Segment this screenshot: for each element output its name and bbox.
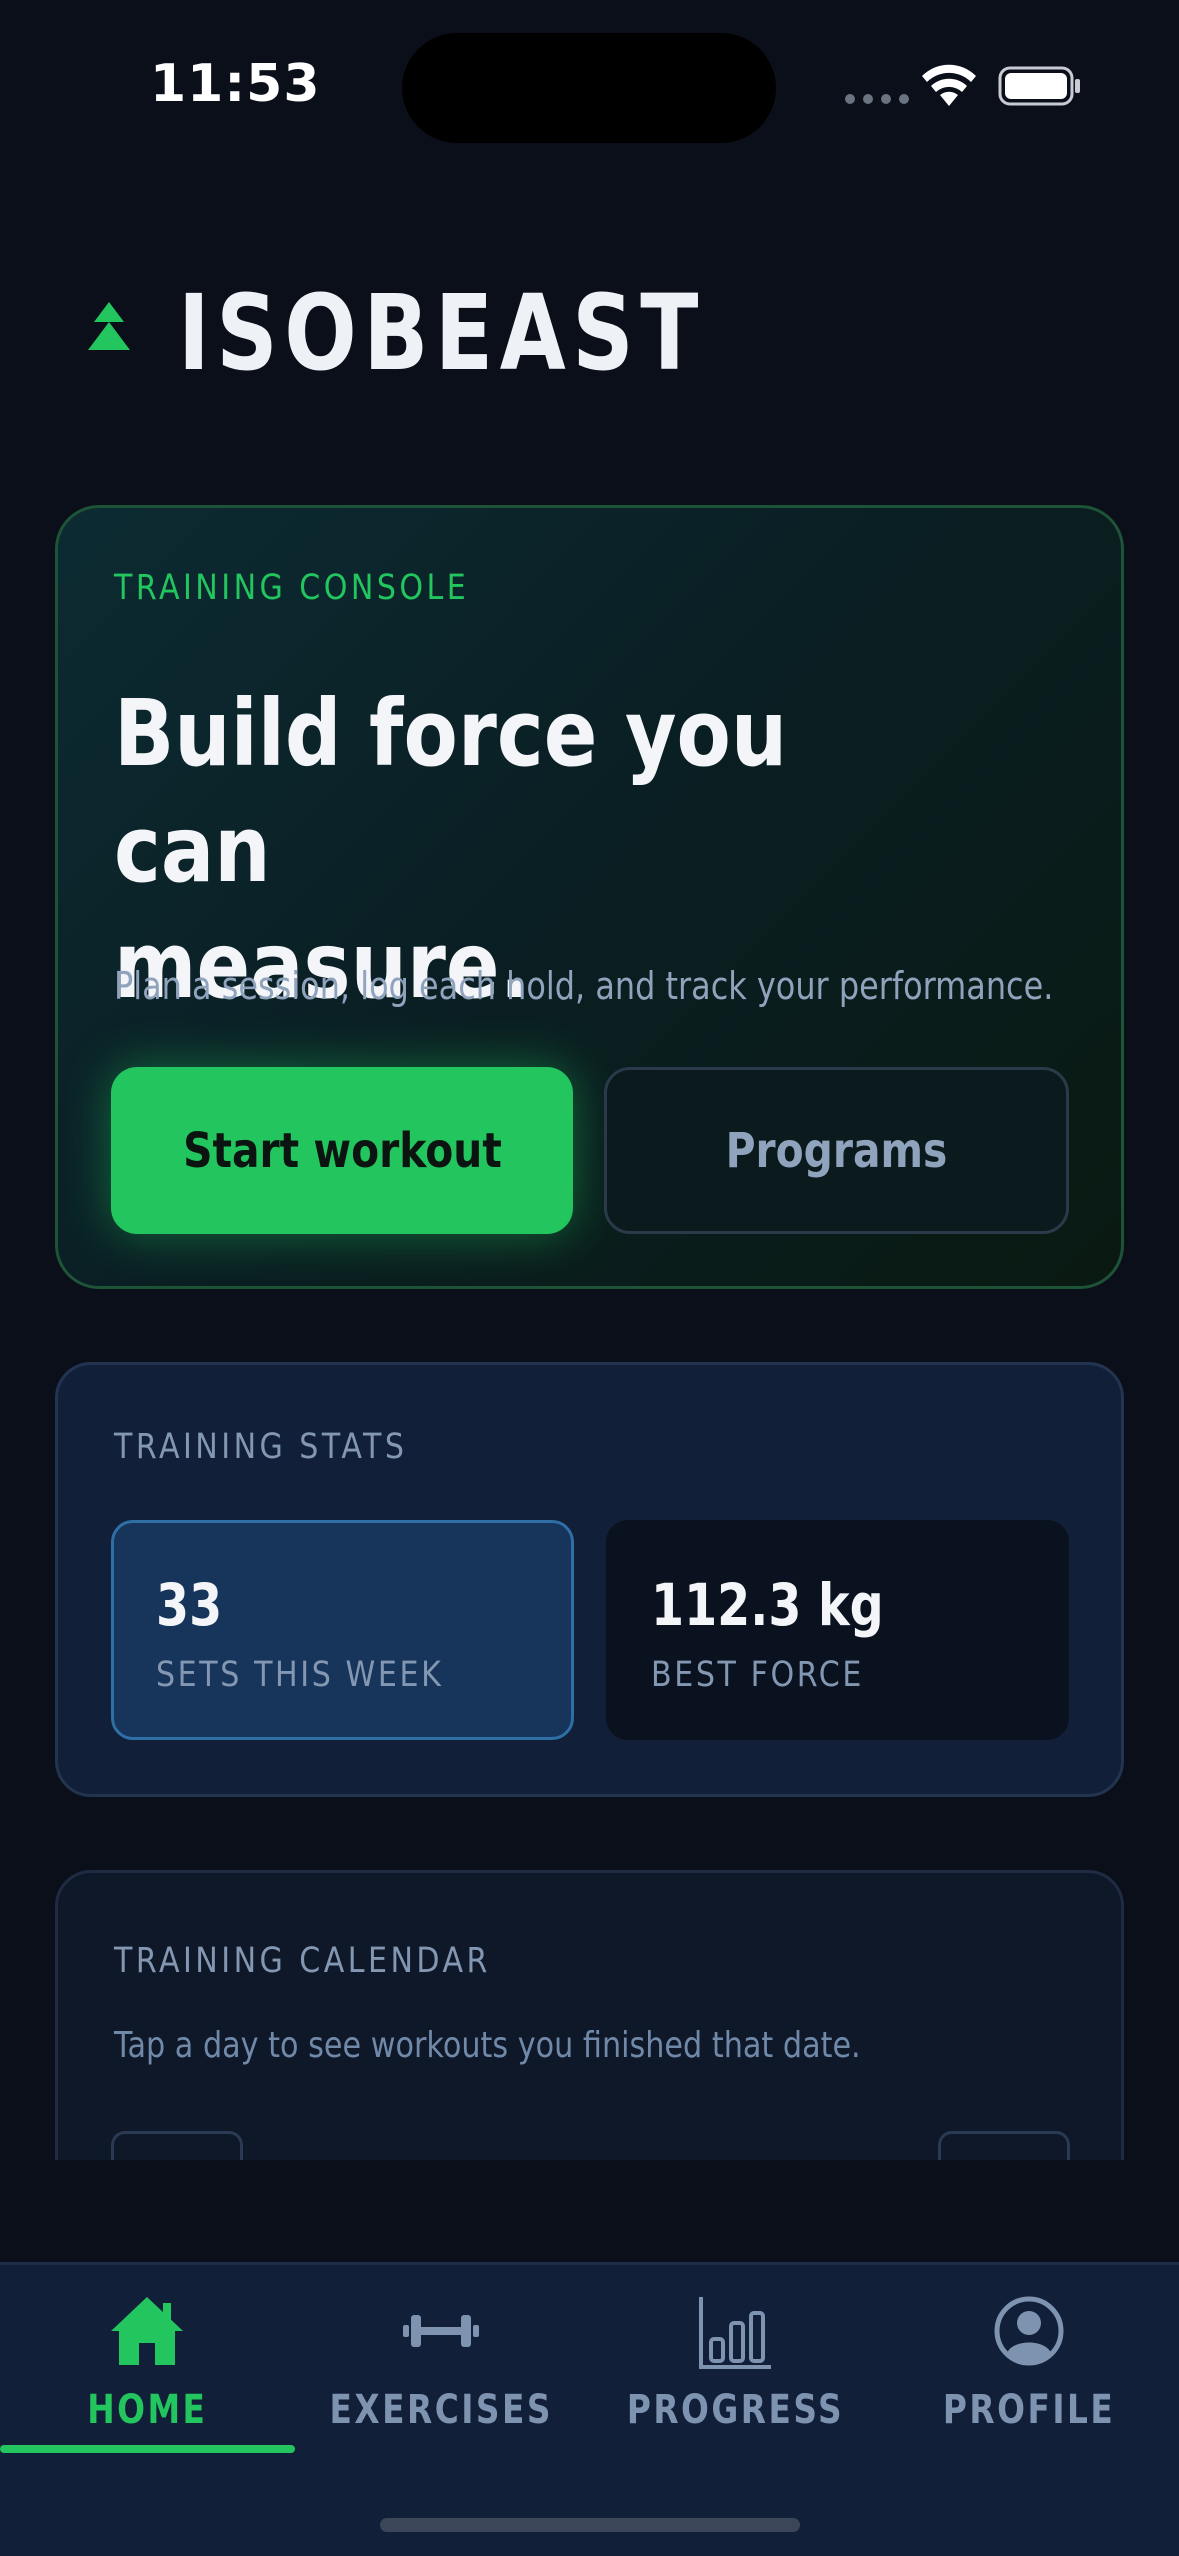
console-description: Plan a session, log each hold, and track… — [114, 964, 1054, 1008]
battery-icon — [998, 66, 1080, 106]
tab-exercises-label: EXERCISES — [329, 2387, 553, 2433]
console-eyebrow: TRAINING CONSOLE — [114, 568, 470, 608]
tab-profile[interactable]: PROFILE — [882, 2265, 1176, 2465]
tab-home[interactable]: HOME — [0, 2265, 294, 2465]
training-console-card: TRAINING CONSOLE Build force you can mea… — [55, 505, 1124, 1289]
user-circle-icon — [994, 2296, 1064, 2366]
programs-label: Programs — [725, 1122, 948, 1179]
scroll-viewport[interactable]: TRAINING CALENDAR Tap a day to see worko… — [0, 1860, 1179, 2160]
app-title: ISOBEAST — [178, 272, 705, 394]
training-stats-card: TRAINING STATS 33 SETS THIS WEEK 112.3 k… — [55, 1362, 1124, 1797]
dynamic-island — [402, 33, 776, 143]
training-calendar-card: TRAINING CALENDAR Tap a day to see worko… — [55, 1870, 1124, 2160]
stat-label: BEST FORCE — [651, 1655, 864, 1695]
dumbbell-icon — [403, 2315, 479, 2347]
tab-exercises[interactable]: EXERCISES — [294, 2265, 588, 2465]
bar-chart-icon — [699, 2297, 771, 2369]
cellular-signal-icon — [845, 94, 909, 104]
stat-best-force[interactable]: 112.3 kg BEST FORCE — [606, 1520, 1069, 1740]
stat-sets-this-week[interactable]: 33 SETS THIS WEEK — [111, 1520, 574, 1740]
home-icon — [111, 2297, 183, 2365]
wifi-icon — [922, 64, 976, 106]
tab-profile-label: PROFILE — [942, 2387, 1116, 2433]
tab-progress-label: PROGRESS — [626, 2387, 844, 2433]
double-chevron-up-icon — [88, 302, 130, 350]
home-indicator[interactable] — [380, 2518, 800, 2532]
start-workout-button[interactable]: Start workout — [111, 1067, 573, 1234]
programs-button[interactable]: Programs — [604, 1067, 1069, 1234]
start-workout-label: Start workout — [182, 1122, 502, 1179]
stat-value: 33 — [156, 1571, 223, 1639]
calendar-prev-month-button[interactable] — [111, 2131, 243, 2160]
stats-eyebrow: TRAINING STATS — [114, 1427, 408, 1467]
calendar-next-month-button[interactable] — [938, 2131, 1070, 2160]
calendar-description: Tap a day to see workouts you finished t… — [114, 2025, 861, 2066]
tab-home-label: HOME — [86, 2387, 208, 2433]
status-time: 11:53 — [150, 54, 321, 114]
calendar-eyebrow: TRAINING CALENDAR — [114, 1941, 491, 1981]
tab-progress[interactable]: PROGRESS — [588, 2265, 882, 2465]
stat-value: 112.3 kg — [651, 1571, 884, 1639]
active-tab-indicator — [0, 2445, 295, 2453]
bottom-tab-bar: HOME EXERCISES PROGRESS PROFILE — [0, 2262, 1179, 2556]
stat-label: SETS THIS WEEK — [156, 1655, 444, 1695]
